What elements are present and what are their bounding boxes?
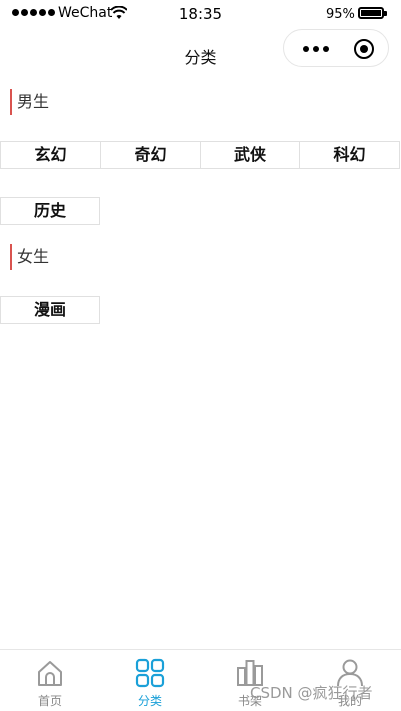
category-item[interactable]: 科幻 xyxy=(299,141,400,169)
tab-home[interactable]: 首页 xyxy=(0,650,100,711)
category-item[interactable]: 历史 xyxy=(0,197,100,225)
close-icon[interactable] xyxy=(354,39,374,59)
status-bar: WeChat 18:35 95% xyxy=(0,0,401,28)
tab-category[interactable]: 分类 xyxy=(100,650,200,711)
category-item[interactable]: 玄幻 xyxy=(0,141,101,169)
home-icon xyxy=(38,661,62,686)
watermark: CSDN @疯狂行者 xyxy=(250,684,373,702)
category-item[interactable]: 奇幻 xyxy=(100,141,201,169)
more-icon[interactable] xyxy=(303,46,329,52)
battery-percent: 95% xyxy=(326,7,355,22)
section-title-male: 男生 xyxy=(10,89,49,115)
category-icon xyxy=(135,658,165,688)
category-item[interactable]: 武侠 xyxy=(200,141,300,169)
battery-icon xyxy=(358,7,387,19)
tab-label: 分类 xyxy=(137,694,162,708)
tab-label: 首页 xyxy=(37,694,62,708)
section-title-female: 女生 xyxy=(10,244,49,270)
category-item[interactable]: 漫画 xyxy=(0,296,100,324)
mini-program-capsule xyxy=(283,29,389,67)
